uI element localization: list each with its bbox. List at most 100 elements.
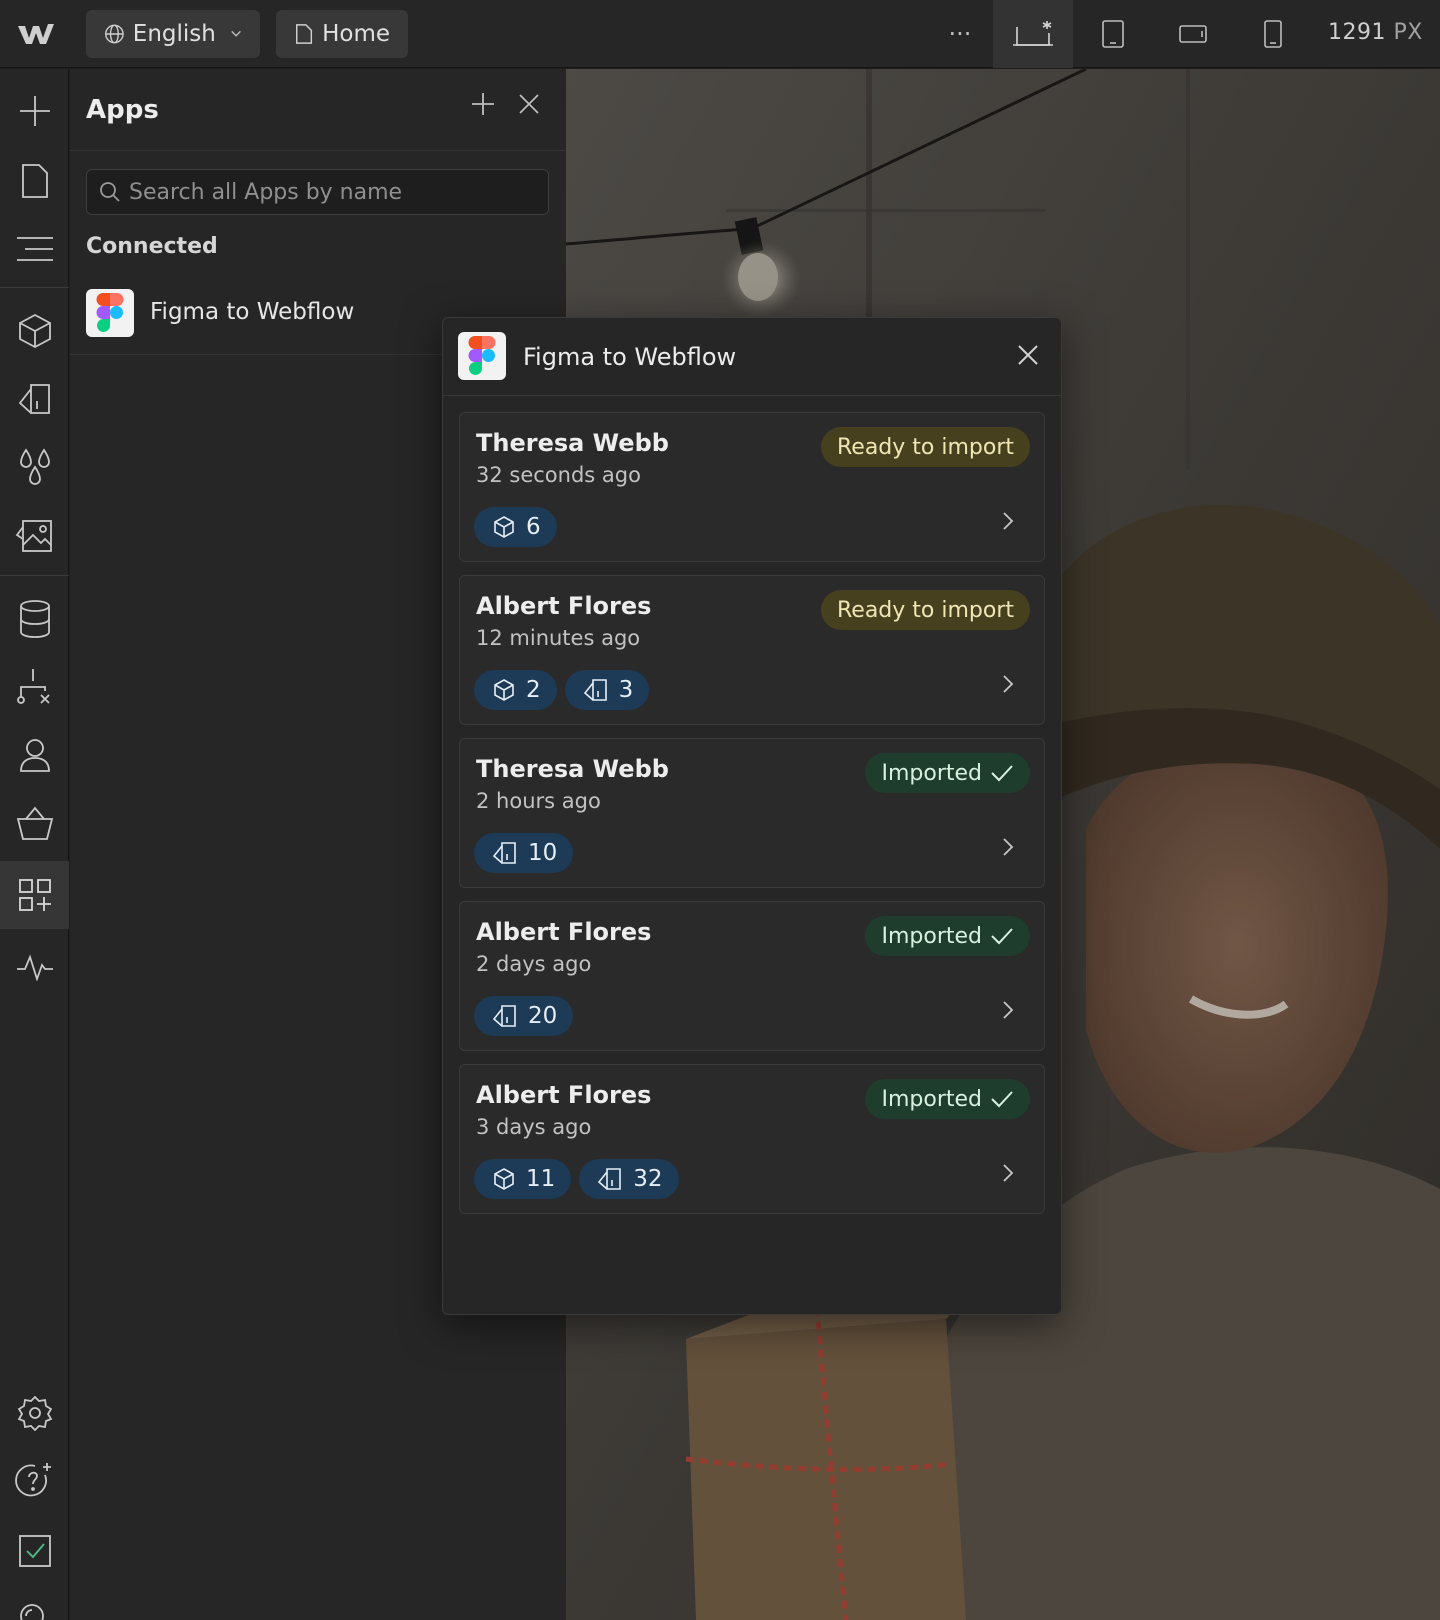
style-icon [583, 678, 619, 702]
import-timestamp: 2 days ago [476, 952, 592, 976]
import-card[interactable]: Albert Flores 12 minutes ago Ready to im… [459, 575, 1045, 725]
page-selector[interactable]: Home [276, 10, 408, 58]
audit-activity-icon[interactable] [0, 937, 69, 997]
import-card[interactable]: Theresa Webb 32 seconds ago Ready to imp… [459, 412, 1045, 562]
close-panel-icon[interactable] [518, 93, 540, 119]
language-selector[interactable]: English [86, 10, 260, 58]
component-icon [492, 515, 526, 539]
status-label: Imported [881, 1086, 982, 1112]
canvas-width-readout[interactable]: 1291 PX [1328, 20, 1423, 45]
figma-to-webflow-popup: Figma to Webflow Theresa Webb 32 seconds… [442, 317, 1062, 1315]
chevron-right-icon[interactable] [1002, 674, 1014, 698]
breakpoint-tablet-button[interactable] [1073, 0, 1153, 68]
status-badge: Imported [865, 916, 1030, 956]
canvas-width-unit: PX [1393, 20, 1423, 45]
tasks-check-icon[interactable] [0, 1521, 69, 1581]
chevron-right-icon[interactable] [1002, 837, 1014, 861]
import-chips: 2 3 [474, 670, 650, 710]
users-icon[interactable] [0, 725, 69, 785]
status-badge: Ready to import [820, 427, 1030, 467]
breakpoint-portrait-button[interactable] [1233, 0, 1313, 68]
status-badge: Imported [865, 753, 1030, 793]
status-label: Imported [881, 760, 982, 786]
assets-icon[interactable] [0, 505, 69, 565]
import-count-chip: 10 [474, 833, 574, 873]
apps-search-input[interactable] [129, 179, 529, 205]
import-count-chip: 20 [474, 996, 574, 1036]
connected-app-name: Figma to Webflow [150, 299, 355, 325]
left-toolbar [0, 69, 69, 1620]
breakpoint-landscape-button[interactable] [1153, 0, 1233, 68]
add-elements-icon[interactable] [0, 81, 69, 141]
import-author-name: Theresa Webb [476, 429, 669, 457]
language-label: English [132, 21, 216, 47]
chip-count: 6 [526, 514, 541, 540]
status-badge: Imported [865, 1079, 1030, 1119]
style-icon [492, 1004, 528, 1028]
close-popup-icon[interactable] [1017, 344, 1039, 370]
import-author-name: Albert Flores [476, 592, 652, 620]
apps-search-box [86, 169, 549, 215]
import-timestamp: 2 hours ago [476, 789, 601, 813]
checkmark-icon [982, 926, 1014, 946]
chevron-right-icon[interactable] [1002, 511, 1014, 535]
chevron-right-icon[interactable] [1002, 1163, 1014, 1187]
more-label: ··· [948, 20, 972, 48]
import-card[interactable]: Theresa Webb 2 hours ago Imported 10 [459, 738, 1045, 888]
variables-icon[interactable] [0, 437, 69, 497]
popup-title: Figma to Webflow [523, 343, 737, 371]
help-icon[interactable] [0, 1451, 69, 1511]
apps-icon[interactable] [0, 861, 69, 929]
style-selectors-icon[interactable] [0, 369, 69, 429]
chip-count: 10 [528, 840, 558, 866]
import-timestamp: 12 minutes ago [476, 626, 641, 650]
navigator-icon[interactable] [0, 219, 69, 279]
chip-count: 3 [618, 677, 634, 703]
popup-header: Figma to Webflow [443, 318, 1061, 396]
import-chips: 20 [474, 996, 574, 1036]
desktop-base-icon [1013, 21, 1053, 46]
tablet-icon [1102, 20, 1124, 48]
pages-icon[interactable] [0, 151, 69, 211]
apps-panel-title: Apps [86, 95, 159, 125]
style-icon [597, 1167, 633, 1191]
import-chips: 11 32 [474, 1159, 679, 1199]
page-label: Home [322, 21, 390, 47]
import-card[interactable]: Albert Flores 3 days ago Imported 11 32 [459, 1064, 1045, 1214]
figma-logo-icon [86, 289, 134, 337]
figma-logo-icon [458, 332, 506, 380]
ecommerce-icon[interactable] [0, 793, 69, 853]
breakpoint-desktop-button[interactable] [993, 0, 1073, 68]
components-icon[interactable] [0, 301, 69, 361]
apps-panel-header: Apps [70, 69, 566, 151]
more-options-icon[interactable]: ··· [934, 0, 986, 68]
webflow-logo-icon[interactable] [16, 20, 56, 48]
import-count-chip: 6 [474, 507, 557, 547]
add-app-icon[interactable] [470, 91, 496, 121]
mobile-portrait-icon [1264, 20, 1282, 48]
canvas-width-value: 1291 [1328, 20, 1386, 45]
component-icon [492, 1167, 526, 1191]
search-icon[interactable] [0, 1589, 69, 1620]
status-label: Ready to import [836, 597, 1014, 623]
top-bar: English Home ··· 1291 PX [0, 0, 1440, 68]
cms-icon[interactable] [0, 589, 69, 649]
logic-icon[interactable] [0, 657, 69, 717]
chip-count: 20 [528, 1003, 558, 1029]
settings-icon[interactable] [0, 1383, 69, 1443]
style-icon [492, 841, 528, 865]
import-count-chip: 2 [474, 670, 557, 710]
import-card[interactable]: Albert Flores 2 days ago Imported 20 [459, 901, 1045, 1051]
page-icon [296, 24, 313, 44]
chevron-right-icon[interactable] [1002, 1000, 1014, 1024]
import-author-name: Albert Flores [476, 1081, 652, 1109]
status-label: Ready to import [836, 434, 1014, 460]
import-timestamp: 3 days ago [476, 1115, 592, 1139]
globe-icon [105, 24, 124, 44]
checkmark-icon [982, 1089, 1014, 1109]
chip-count: 11 [526, 1166, 556, 1192]
import-author-name: Albert Flores [476, 918, 652, 946]
import-count-chip: 3 [564, 670, 650, 710]
status-badge: Ready to import [820, 590, 1030, 630]
import-chips: 6 [474, 507, 557, 547]
